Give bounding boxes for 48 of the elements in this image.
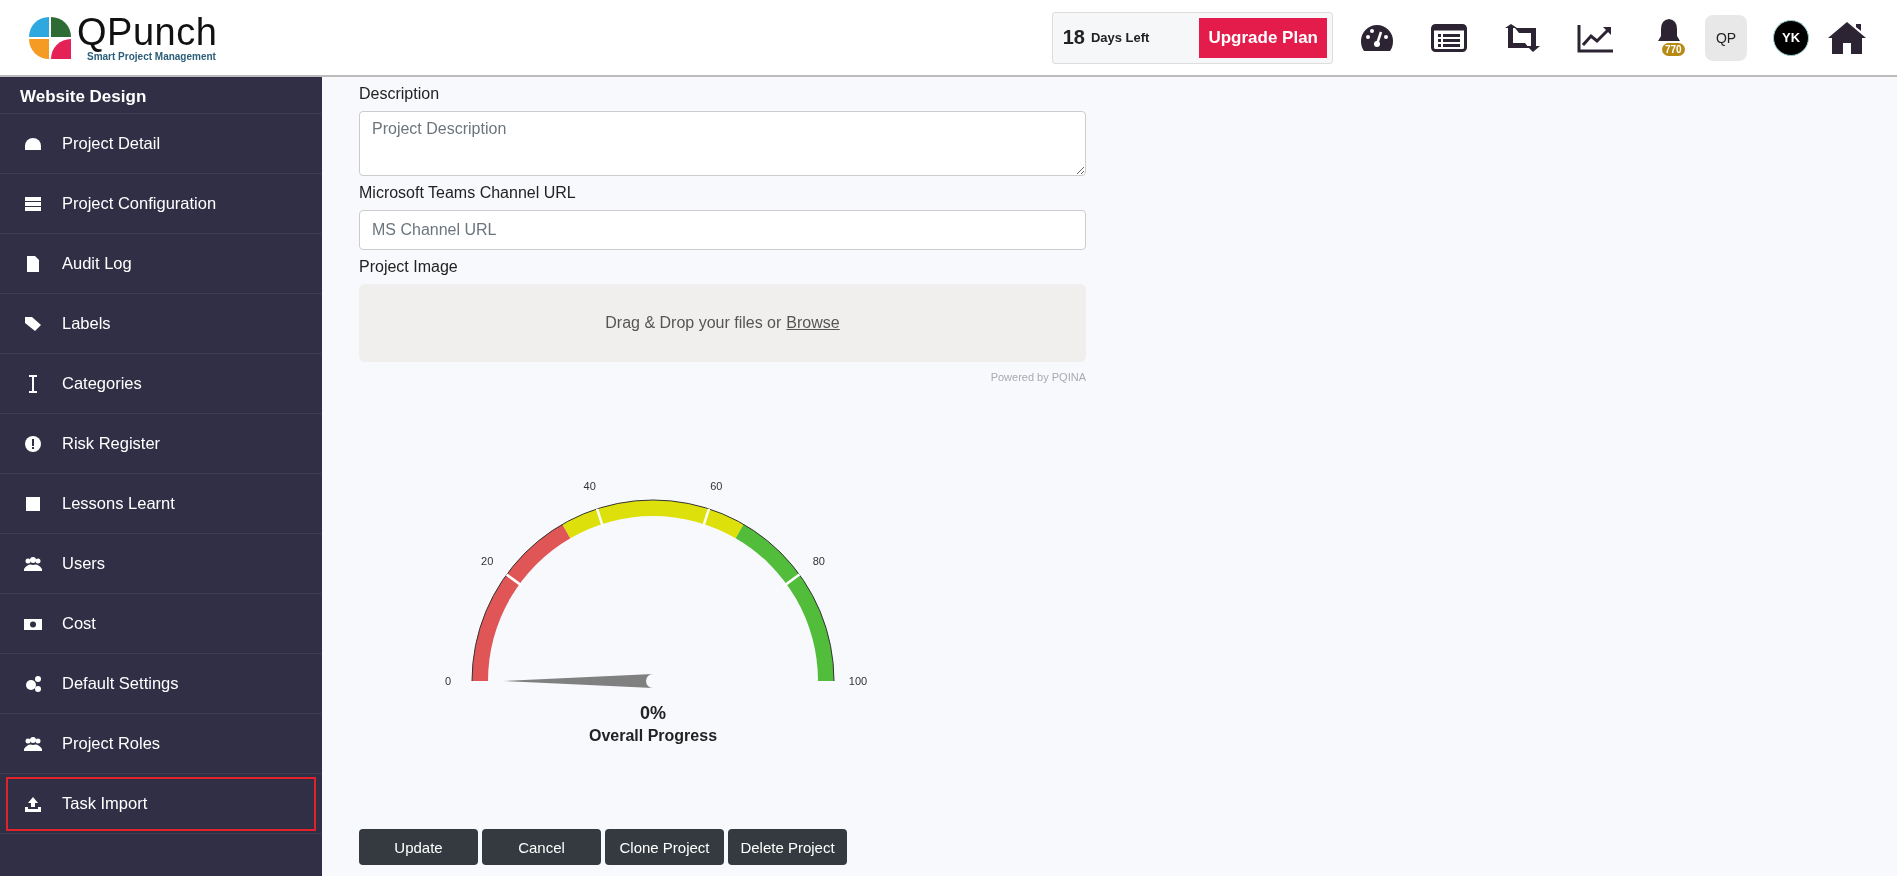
bell-icon[interactable] xyxy=(1658,17,1680,42)
drop-text: Drag & Drop your files or xyxy=(605,314,782,332)
logo-tagline: Smart Project Management xyxy=(87,51,217,62)
notification-badge: 770 xyxy=(1662,42,1685,56)
sidebar-item[interactable]: Project Roles xyxy=(6,716,316,771)
upgrade-plan-button[interactable]: Upgrade Plan xyxy=(1199,17,1327,58)
sidebar-item[interactable]: Project Configuration xyxy=(6,176,316,231)
gauge-tick-label: 80 xyxy=(812,554,825,567)
sidebar-item[interactable]: Project Detail xyxy=(6,116,316,171)
sidebar-item[interactable]: Categories xyxy=(6,356,316,411)
home-icon[interactable] xyxy=(1827,20,1867,55)
progress-value: 0% xyxy=(640,703,666,724)
repeat-arrows-icon[interactable] xyxy=(1503,23,1541,52)
field-label: Microsoft Teams Channel URL xyxy=(359,183,576,203)
sidebar-item[interactable]: Risk Register xyxy=(6,416,316,471)
sidebar-item[interactable]: Cost xyxy=(6,596,316,651)
workspace-avatar[interactable]: QP xyxy=(1705,14,1747,61)
sidebar-item[interactable]: Labels xyxy=(6,296,316,351)
action-button[interactable]: Delete Project xyxy=(728,829,847,865)
dashboard-gauge-icon[interactable] xyxy=(1359,22,1395,53)
file-drop-zone[interactable]: Drag & Drop your files or Browse xyxy=(359,284,1086,362)
sidebar-item[interactable]: Task Import xyxy=(6,776,316,831)
gauge-tick-label: 40 xyxy=(583,480,596,493)
days-left-label: Days Left xyxy=(1090,30,1150,45)
sidebar-item[interactable]: Users xyxy=(6,536,316,591)
sidebar-item[interactable]: Lessons Learnt xyxy=(6,476,316,531)
description-field[interactable]: Project Description xyxy=(359,111,1086,176)
user-avatar[interactable]: YK xyxy=(1773,19,1809,56)
action-button[interactable]: Update xyxy=(359,829,478,865)
gauge-tick-label: 60 xyxy=(710,480,723,493)
channel-url-field[interactable]: MS Channel URL xyxy=(359,210,1086,250)
action-button[interactable]: Clone Project xyxy=(605,829,724,865)
logo-icon xyxy=(27,14,73,61)
sidebar-item[interactable]: Audit Log xyxy=(6,236,316,291)
gauge-tick-label: 0 xyxy=(444,675,452,687)
field-label: Description xyxy=(359,84,440,104)
days-count: 18 xyxy=(1062,26,1085,49)
gauge-tick-label: 20 xyxy=(481,554,494,567)
field-label: Project Image xyxy=(359,257,458,277)
powered-by-text: Powered by PQINA xyxy=(990,371,1086,383)
logo-name: QPunch xyxy=(77,13,218,51)
list-icon[interactable] xyxy=(1431,23,1467,52)
action-button[interactable]: Cancel xyxy=(482,829,601,865)
progress-label: Overall Progress xyxy=(588,727,718,745)
sidebar-item[interactable]: Default Settings xyxy=(6,656,316,711)
browse-link[interactable]: Browse xyxy=(786,314,840,332)
gauge-tick-label: 100 xyxy=(848,675,868,687)
line-chart-icon[interactable] xyxy=(1577,22,1615,53)
